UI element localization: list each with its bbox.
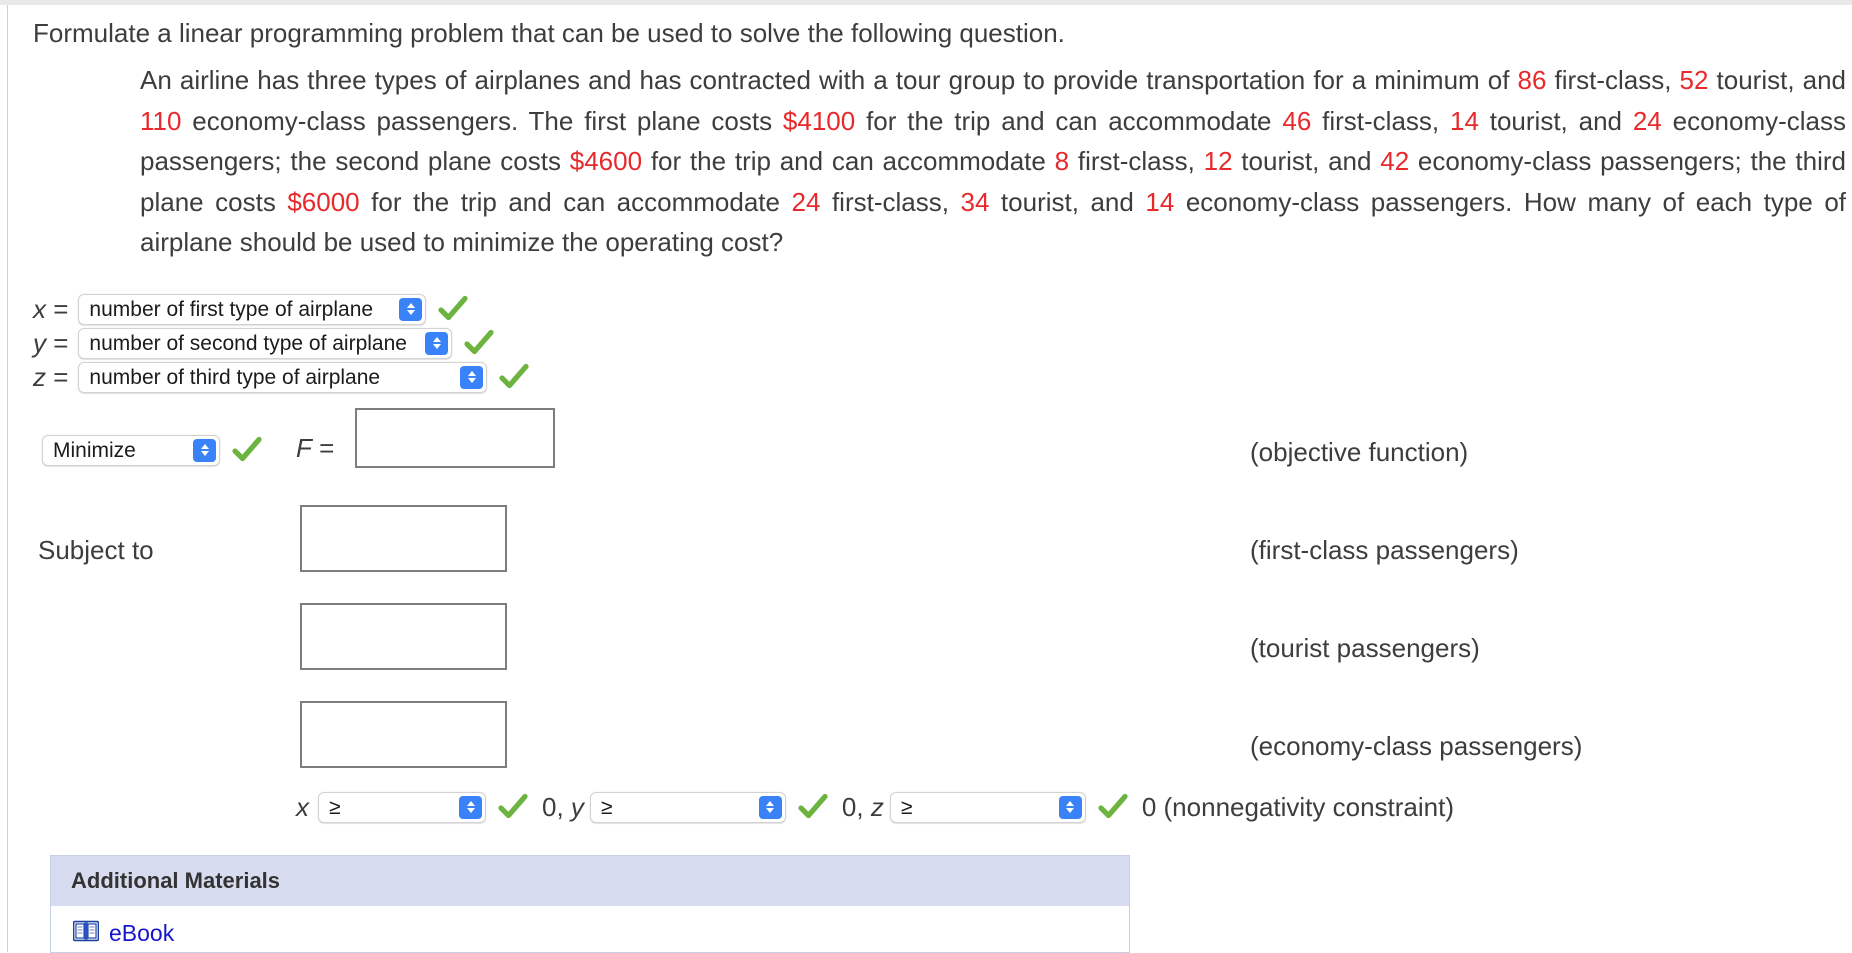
variable-row-x: x = number of first type of airplane bbox=[33, 293, 469, 325]
top-strip bbox=[0, 0, 1852, 5]
problem-number: $4600 bbox=[569, 146, 643, 176]
problem-number: 34 bbox=[960, 186, 990, 217]
chevron-updown-icon[interactable] bbox=[460, 365, 484, 389]
problem-number: $6000 bbox=[287, 186, 360, 217]
ebook-link[interactable]: eBook bbox=[109, 920, 174, 947]
nonneg-operator-select-z[interactable]: ≥ bbox=[889, 791, 1086, 823]
problem-number: 52 bbox=[1679, 65, 1709, 95]
constraint-input-1[interactable] bbox=[300, 505, 507, 572]
variable-symbol-x: x = bbox=[33, 293, 69, 324]
variable-select-z-value: number of third type of airplane bbox=[89, 365, 381, 389]
correct-check-icon bbox=[498, 793, 528, 821]
correct-check-icon bbox=[1098, 793, 1128, 821]
variable-select-x-value: number of first type of airplane bbox=[89, 297, 374, 321]
problem-text: for the trip and can accommodate bbox=[855, 105, 1283, 136]
nonneg-operator-y-value: ≥ bbox=[600, 795, 613, 819]
problem-number: 14 bbox=[1449, 105, 1479, 136]
nonnegativity-constraint-label: 0 (nonnegativity constraint) bbox=[1141, 791, 1455, 822]
problem-number: 8 bbox=[1054, 146, 1070, 176]
nonneg-operator-select-y[interactable]: ≥ bbox=[589, 791, 786, 823]
problem-text: tourist, and bbox=[1478, 105, 1633, 136]
problem-number: 14 bbox=[1145, 186, 1175, 217]
correct-check-icon bbox=[232, 436, 262, 464]
nonneg-var-x: x bbox=[296, 791, 309, 822]
chevron-updown-icon[interactable] bbox=[399, 297, 423, 321]
chevron-updown-icon[interactable] bbox=[1058, 795, 1082, 819]
correct-check-icon bbox=[798, 793, 828, 821]
additional-materials-title: Additional Materials bbox=[51, 856, 1129, 906]
left-rule bbox=[7, 5, 8, 952]
chevron-updown-icon[interactable] bbox=[459, 795, 482, 819]
problem-text: An airline has three types of airplanes … bbox=[140, 65, 1518, 95]
variable-select-y[interactable]: number of second type of airplane bbox=[78, 327, 453, 359]
problem-text: first-class, bbox=[1311, 105, 1450, 136]
constraint-label-2: (tourist passengers) bbox=[1250, 633, 1480, 663]
problem-number: 24 bbox=[1632, 105, 1662, 136]
problem-number: 46 bbox=[1282, 105, 1312, 136]
variable-select-y-value: number of second type of airplane bbox=[89, 331, 407, 355]
correct-check-icon bbox=[499, 363, 530, 391]
variable-symbol-y: y = bbox=[33, 327, 69, 358]
problem-text: first-class, bbox=[820, 186, 961, 217]
problem-number: 42 bbox=[1380, 146, 1410, 176]
constraint-label-3: (economy-class passengers) bbox=[1250, 731, 1583, 761]
variable-row-y: y = number of second type of airplane bbox=[33, 327, 495, 359]
problem-number: $4100 bbox=[782, 105, 856, 136]
chevron-updown-icon[interactable] bbox=[758, 795, 782, 819]
problem-text: for the trip and can accommodate bbox=[642, 146, 1055, 176]
chevron-updown-icon[interactable] bbox=[193, 438, 216, 462]
objective-direction-value: Minimize bbox=[53, 438, 136, 462]
subject-to-label: Subject to bbox=[38, 535, 154, 565]
nonneg-operator-select-x[interactable]: ≥ bbox=[318, 791, 486, 823]
problem-text: tourist, and bbox=[1232, 146, 1381, 176]
objective-direction-select[interactable]: Minimize bbox=[42, 434, 220, 466]
problem-text: first-class, bbox=[1069, 146, 1204, 176]
problem-text: for the trip and can accommodate bbox=[359, 186, 792, 217]
additional-materials-panel: Additional Materials eBook bbox=[50, 855, 1130, 953]
problem-number: 86 bbox=[1517, 65, 1547, 95]
constraint-input-3[interactable] bbox=[300, 701, 507, 768]
nonneg-separator-2: 0, z bbox=[841, 791, 884, 822]
book-icon bbox=[72, 920, 100, 947]
objective-f-label: F = bbox=[296, 433, 335, 463]
problem-number: 12 bbox=[1203, 146, 1233, 176]
nonneg-operator-x-value: ≥ bbox=[329, 795, 341, 819]
chevron-updown-icon[interactable] bbox=[425, 331, 449, 355]
constraint-label-1: (first-class passengers) bbox=[1250, 535, 1519, 565]
variable-symbol-z: z = bbox=[33, 361, 69, 392]
problem-text: first-class, bbox=[1546, 65, 1680, 95]
problem-text: economy-class passengers. The first plan… bbox=[181, 105, 783, 136]
problem-number: 24 bbox=[791, 186, 821, 217]
correct-check-icon bbox=[438, 295, 469, 323]
constraint-input-2[interactable] bbox=[300, 603, 507, 670]
objective-direction-row: Minimize bbox=[42, 434, 262, 466]
correct-check-icon bbox=[464, 329, 495, 357]
variable-select-z[interactable]: number of third type of airplane bbox=[78, 361, 488, 393]
additional-materials-body: eBook bbox=[51, 906, 1129, 952]
nonnegativity-row: x ≥ 0, y ≥ 0, z ≥ 0 (nonnegativity const… bbox=[296, 790, 1454, 824]
problem-text: tourist, and bbox=[989, 186, 1146, 217]
problem-number: 110 bbox=[140, 105, 182, 136]
variable-row-z: z = number of third type of airplane bbox=[33, 361, 530, 393]
variable-select-x[interactable]: number of first type of airplane bbox=[78, 293, 427, 325]
nonneg-separator-1: 0, y bbox=[542, 791, 584, 822]
assignment-page: Formulate a linear programming problem t… bbox=[0, 0, 1852, 953]
nonneg-operator-z-value: ≥ bbox=[900, 795, 913, 819]
objective-function-input[interactable] bbox=[355, 408, 555, 468]
objective-function-label: (objective function) bbox=[1250, 437, 1469, 467]
problem-text: tourist, and bbox=[1708, 65, 1846, 95]
problem-statement: An airline has three types of airplanes … bbox=[140, 60, 1846, 263]
prompt-text: Formulate a linear programming problem t… bbox=[33, 18, 1065, 48]
